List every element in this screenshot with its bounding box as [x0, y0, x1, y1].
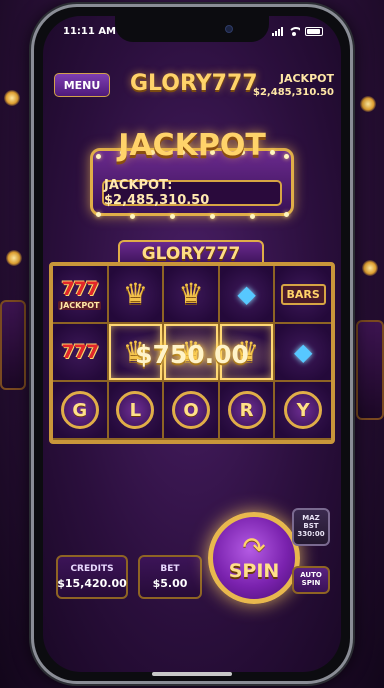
diamond-icon: ◆ — [293, 338, 313, 366]
signal-icon — [272, 26, 283, 36]
reel-cell: 777 — [53, 324, 109, 382]
reel-cell: 777 JACKPOT — [53, 266, 109, 324]
reel-cell: BARS — [275, 266, 331, 324]
reel-cell: O — [164, 382, 220, 440]
seven-symbol-icon: 777 JACKPOT — [58, 278, 102, 310]
spin-label: SPIN — [228, 560, 280, 582]
reel-cell: L — [108, 382, 165, 440]
max-bet-button[interactable]: MAZ BST 330:00 — [292, 508, 330, 546]
seven-symbol-icon: 777 — [61, 341, 99, 363]
diamond-icon: ◆ — [237, 280, 256, 308]
bet-value: $5.00 — [152, 577, 188, 590]
battery-icon — [305, 26, 323, 36]
header-jackpot-label: JACKPOT — [279, 72, 334, 85]
reel-cell: Y — [275, 382, 331, 440]
brand-title: GLORY777 — [130, 71, 258, 96]
bet-label: BET — [160, 564, 180, 574]
spin-arrow-icon: ↷ — [242, 531, 266, 564]
letter-symbol: R — [227, 391, 266, 429]
header-jackpot-value: $2,485,310.50 — [253, 87, 334, 98]
credits-value: $15,420.00 — [57, 577, 127, 590]
reel-cell: R — [219, 382, 276, 440]
crown-icon: ♛ — [122, 277, 148, 310]
background-lamp — [4, 90, 20, 106]
credits-panel: CREDITS $15,420.00 — [56, 555, 128, 599]
reel-cell: ◆ — [275, 324, 331, 382]
background-lamp — [360, 96, 376, 112]
win-amount: $750.00 — [135, 339, 249, 369]
crown-icon: ♛ — [178, 277, 204, 310]
seven-symbol-text: 777 — [61, 278, 99, 300]
letter-symbol: G — [60, 391, 99, 429]
status-time: 11:11 AM — [63, 25, 117, 37]
seven-symbol-label: JACKPOT — [58, 301, 102, 310]
jackpot-banner: JACKPOT JACKPOT: $2,485,310.50 — [90, 128, 294, 224]
max-bet-line3: 330:00 — [297, 529, 325, 538]
menu-button[interactable]: MENU — [54, 73, 110, 97]
background-slot-machine — [0, 300, 26, 390]
credits-label: CREDITS — [70, 564, 114, 574]
auto-spin-button[interactable]: AUTO SPIN — [292, 566, 330, 594]
spin-button[interactable]: ↷ SPIN — [208, 512, 300, 604]
letter-symbol: Y — [284, 391, 323, 429]
status-bar: 11:11 AM — [63, 24, 323, 38]
reel-cell: ♛ — [164, 266, 220, 324]
jackpot-title: JACKPOT — [118, 128, 266, 163]
letter-symbol: L — [116, 391, 155, 429]
bars-symbol: BARS — [280, 283, 326, 305]
letter-symbol: O — [171, 391, 210, 429]
background-lamp — [362, 260, 378, 276]
seven-symbol-text: 777 — [61, 341, 99, 363]
wifi-icon — [288, 26, 300, 36]
reel-cell: ◆ — [219, 266, 276, 324]
background-lamp — [6, 250, 22, 266]
reel-cell: G — [53, 382, 109, 440]
header-jackpot: JACKPOT $2,485,310.50 — [253, 72, 334, 98]
auto-spin-line2: SPIN — [301, 579, 321, 587]
status-icons — [272, 26, 323, 36]
bet-panel[interactable]: BET $5.00 — [138, 555, 202, 599]
background-slot-machine — [356, 320, 384, 420]
jackpot-value: JACKPOT: $2,485,310.50 — [102, 178, 282, 208]
home-indicator[interactable] — [152, 672, 232, 676]
reel-cell: ♛ — [108, 266, 165, 324]
